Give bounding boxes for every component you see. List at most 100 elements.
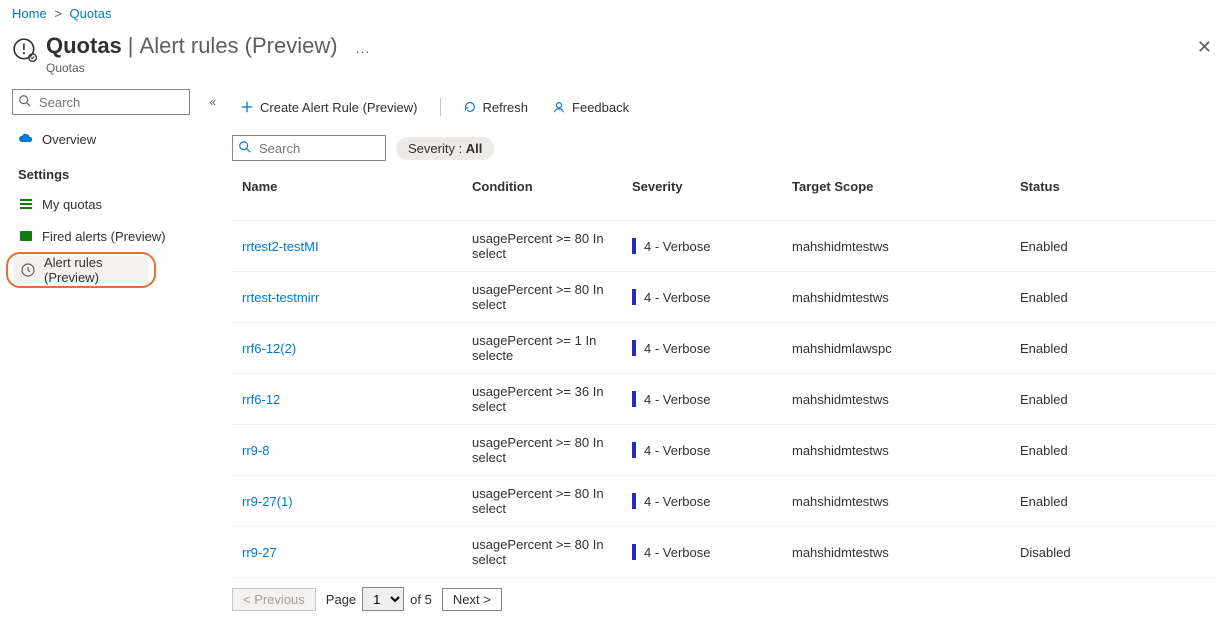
feedback-icon — [552, 100, 566, 114]
severity-bar-icon — [632, 391, 636, 407]
toolbar-label: Create Alert Rule (Preview) — [260, 100, 418, 115]
search-icon — [238, 140, 252, 154]
rule-name-link[interactable]: rrtest2-testMI — [242, 239, 319, 254]
alert-rules-table: Name Condition Severity Target Scope Sta… — [232, 169, 1216, 579]
rule-status: Enabled — [1010, 323, 1216, 374]
sidebar-item-label: Fired alerts (Preview) — [42, 229, 166, 244]
rule-scope: mahshidmtestws — [782, 221, 1010, 272]
rule-status: Enabled — [1010, 374, 1216, 425]
breadcrumb: Home > Quotas — [0, 0, 1232, 27]
severity-bar-icon — [632, 442, 636, 458]
list-icon — [18, 196, 34, 212]
col-status[interactable]: Status — [1010, 169, 1216, 221]
filter-row: Severity : All — [232, 135, 1216, 161]
sidebar-highlight: Alert rules (Preview) — [6, 252, 156, 288]
toolbar: Create Alert Rule (Preview) Refresh Feed… — [232, 89, 1216, 125]
rule-severity: 4 - Verbose — [632, 391, 772, 407]
breadcrumb-sep: > — [54, 6, 62, 21]
rule-severity: 4 - Verbose — [632, 289, 772, 305]
sidebar-item-label: Alert rules (Preview) — [44, 255, 142, 285]
rule-severity: 4 - Verbose — [632, 544, 772, 560]
sidebar-item-fired-alerts[interactable]: Fired alerts (Preview) — [12, 220, 216, 252]
severity-bar-icon — [632, 238, 636, 254]
cloud-icon — [18, 131, 34, 147]
sidebar-item-alert-rules[interactable]: Alert rules (Preview) — [14, 256, 148, 284]
sidebar-section-settings: Settings — [12, 155, 216, 188]
breadcrumb-home[interactable]: Home — [12, 6, 47, 21]
rule-status: Enabled — [1010, 425, 1216, 476]
sidebar-item-label: My quotas — [42, 197, 102, 212]
rule-severity: 4 - Verbose — [632, 493, 772, 509]
table-row: rrtest2-testMI usagePercent >= 80 In sele… — [232, 221, 1216, 272]
alert-icon — [18, 228, 34, 244]
toolbar-label: Refresh — [483, 100, 529, 115]
rule-condition: usagePercent >= 80 In select — [462, 272, 622, 323]
table-row: rr9-27 usagePercent >= 80 In select 4 - Ve… — [232, 527, 1216, 578]
rule-name-link[interactable]: rrf6-12(2) — [242, 341, 296, 356]
pill-value: All — [466, 141, 483, 156]
pager-page-select[interactable]: 1 — [362, 587, 404, 611]
table-row: rr9-27(1)usagePercent >= 80 In select4 -… — [232, 476, 1216, 527]
rule-name-link[interactable]: rr9-27(1) — [242, 494, 293, 509]
plus-icon — [240, 100, 254, 114]
more-button[interactable]: ... — [356, 40, 371, 56]
pager-next-button[interactable]: Next > — [442, 588, 502, 611]
page-type: Quotas — [46, 61, 370, 75]
col-name[interactable]: Name — [232, 169, 462, 221]
rule-name-link[interactable]: rrtest-testmirr — [242, 290, 319, 305]
rule-condition: usagePercent >= 1 In selecte — [462, 323, 622, 374]
filter-search-input[interactable] — [232, 135, 386, 161]
rule-status: Enabled — [1010, 221, 1216, 272]
sidebar: « Overview Settings My quotas Fired aler… — [0, 85, 224, 619]
rule-scope: mahshidmtestws — [782, 272, 1010, 323]
pager-page-label: Page — [326, 592, 356, 607]
refresh-icon — [463, 100, 477, 114]
refresh-button[interactable]: Refresh — [455, 96, 537, 119]
rule-condition: usagePercent >= 80 In select — [462, 221, 622, 272]
search-icon — [18, 94, 32, 108]
sidebar-collapse-button[interactable]: « — [209, 95, 216, 109]
rule-condition: usagePercent >= 80 In select — [462, 527, 622, 578]
main-content: Create Alert Rule (Preview) Refresh Feed… — [224, 85, 1232, 619]
pager-prev-button[interactable]: < Previous — [232, 588, 316, 611]
rule-scope: mahshidmtestws — [782, 425, 1010, 476]
severity-bar-icon — [632, 544, 636, 560]
rule-scope: mahshidmlawspc — [782, 323, 1010, 374]
rule-scope: mahshidmtestws — [782, 527, 1010, 578]
col-scope[interactable]: Target Scope — [782, 169, 1010, 221]
sidebar-item-overview[interactable]: Overview — [12, 123, 216, 155]
rule-status: Enabled — [1010, 272, 1216, 323]
toolbar-label: Feedback — [572, 100, 629, 115]
severity-bar-icon — [632, 340, 636, 356]
rule-name-link[interactable]: rr9-8 — [242, 443, 269, 458]
table-row: rrf6-12 usagePercent >= 36 In select 4 - V… — [232, 374, 1216, 425]
rule-name-link[interactable]: rr9-27 — [242, 545, 277, 560]
title-sep: | — [128, 33, 134, 59]
table-row: rrf6-12(2)usagePercent >= 1 In selecte4 … — [232, 323, 1216, 374]
severity-bar-icon — [632, 493, 636, 509]
create-alert-rule-button[interactable]: Create Alert Rule (Preview) — [232, 96, 426, 119]
clock-alert-icon — [20, 262, 36, 278]
page-title: Quotas — [46, 33, 122, 59]
page-subtitle: Alert rules (Preview) — [140, 33, 338, 59]
table-row: rr9-8 usagePercent >= 80 In select 4 - Ver… — [232, 425, 1216, 476]
col-severity[interactable]: Severity — [622, 169, 782, 221]
sidebar-item-label: Overview — [42, 132, 96, 147]
rule-severity: 4 - Verbose — [632, 442, 772, 458]
rule-name-link[interactable]: rrf6-12 — [242, 392, 280, 407]
feedback-button[interactable]: Feedback — [544, 96, 637, 119]
breadcrumb-quotas[interactable]: Quotas — [70, 6, 112, 21]
quotas-icon — [12, 37, 38, 63]
rule-condition: usagePercent >= 80 In select — [462, 425, 622, 476]
pager-of-label: of 5 — [410, 592, 432, 607]
severity-bar-icon — [632, 289, 636, 305]
alert-rules-table-wrap: Name Condition Severity Target Scope Sta… — [232, 169, 1216, 579]
sidebar-item-my-quotas[interactable]: My quotas — [12, 188, 216, 220]
severity-filter-pill[interactable]: Severity : All — [396, 137, 494, 160]
rule-status: Disabled — [1010, 527, 1216, 578]
col-condition[interactable]: Condition — [462, 169, 622, 221]
rule-severity: 4 - Verbose — [632, 238, 772, 254]
sidebar-search-input[interactable] — [12, 89, 190, 115]
rule-condition: usagePercent >= 36 In select — [462, 374, 622, 425]
close-button[interactable]: ✕ — [1189, 33, 1220, 62]
